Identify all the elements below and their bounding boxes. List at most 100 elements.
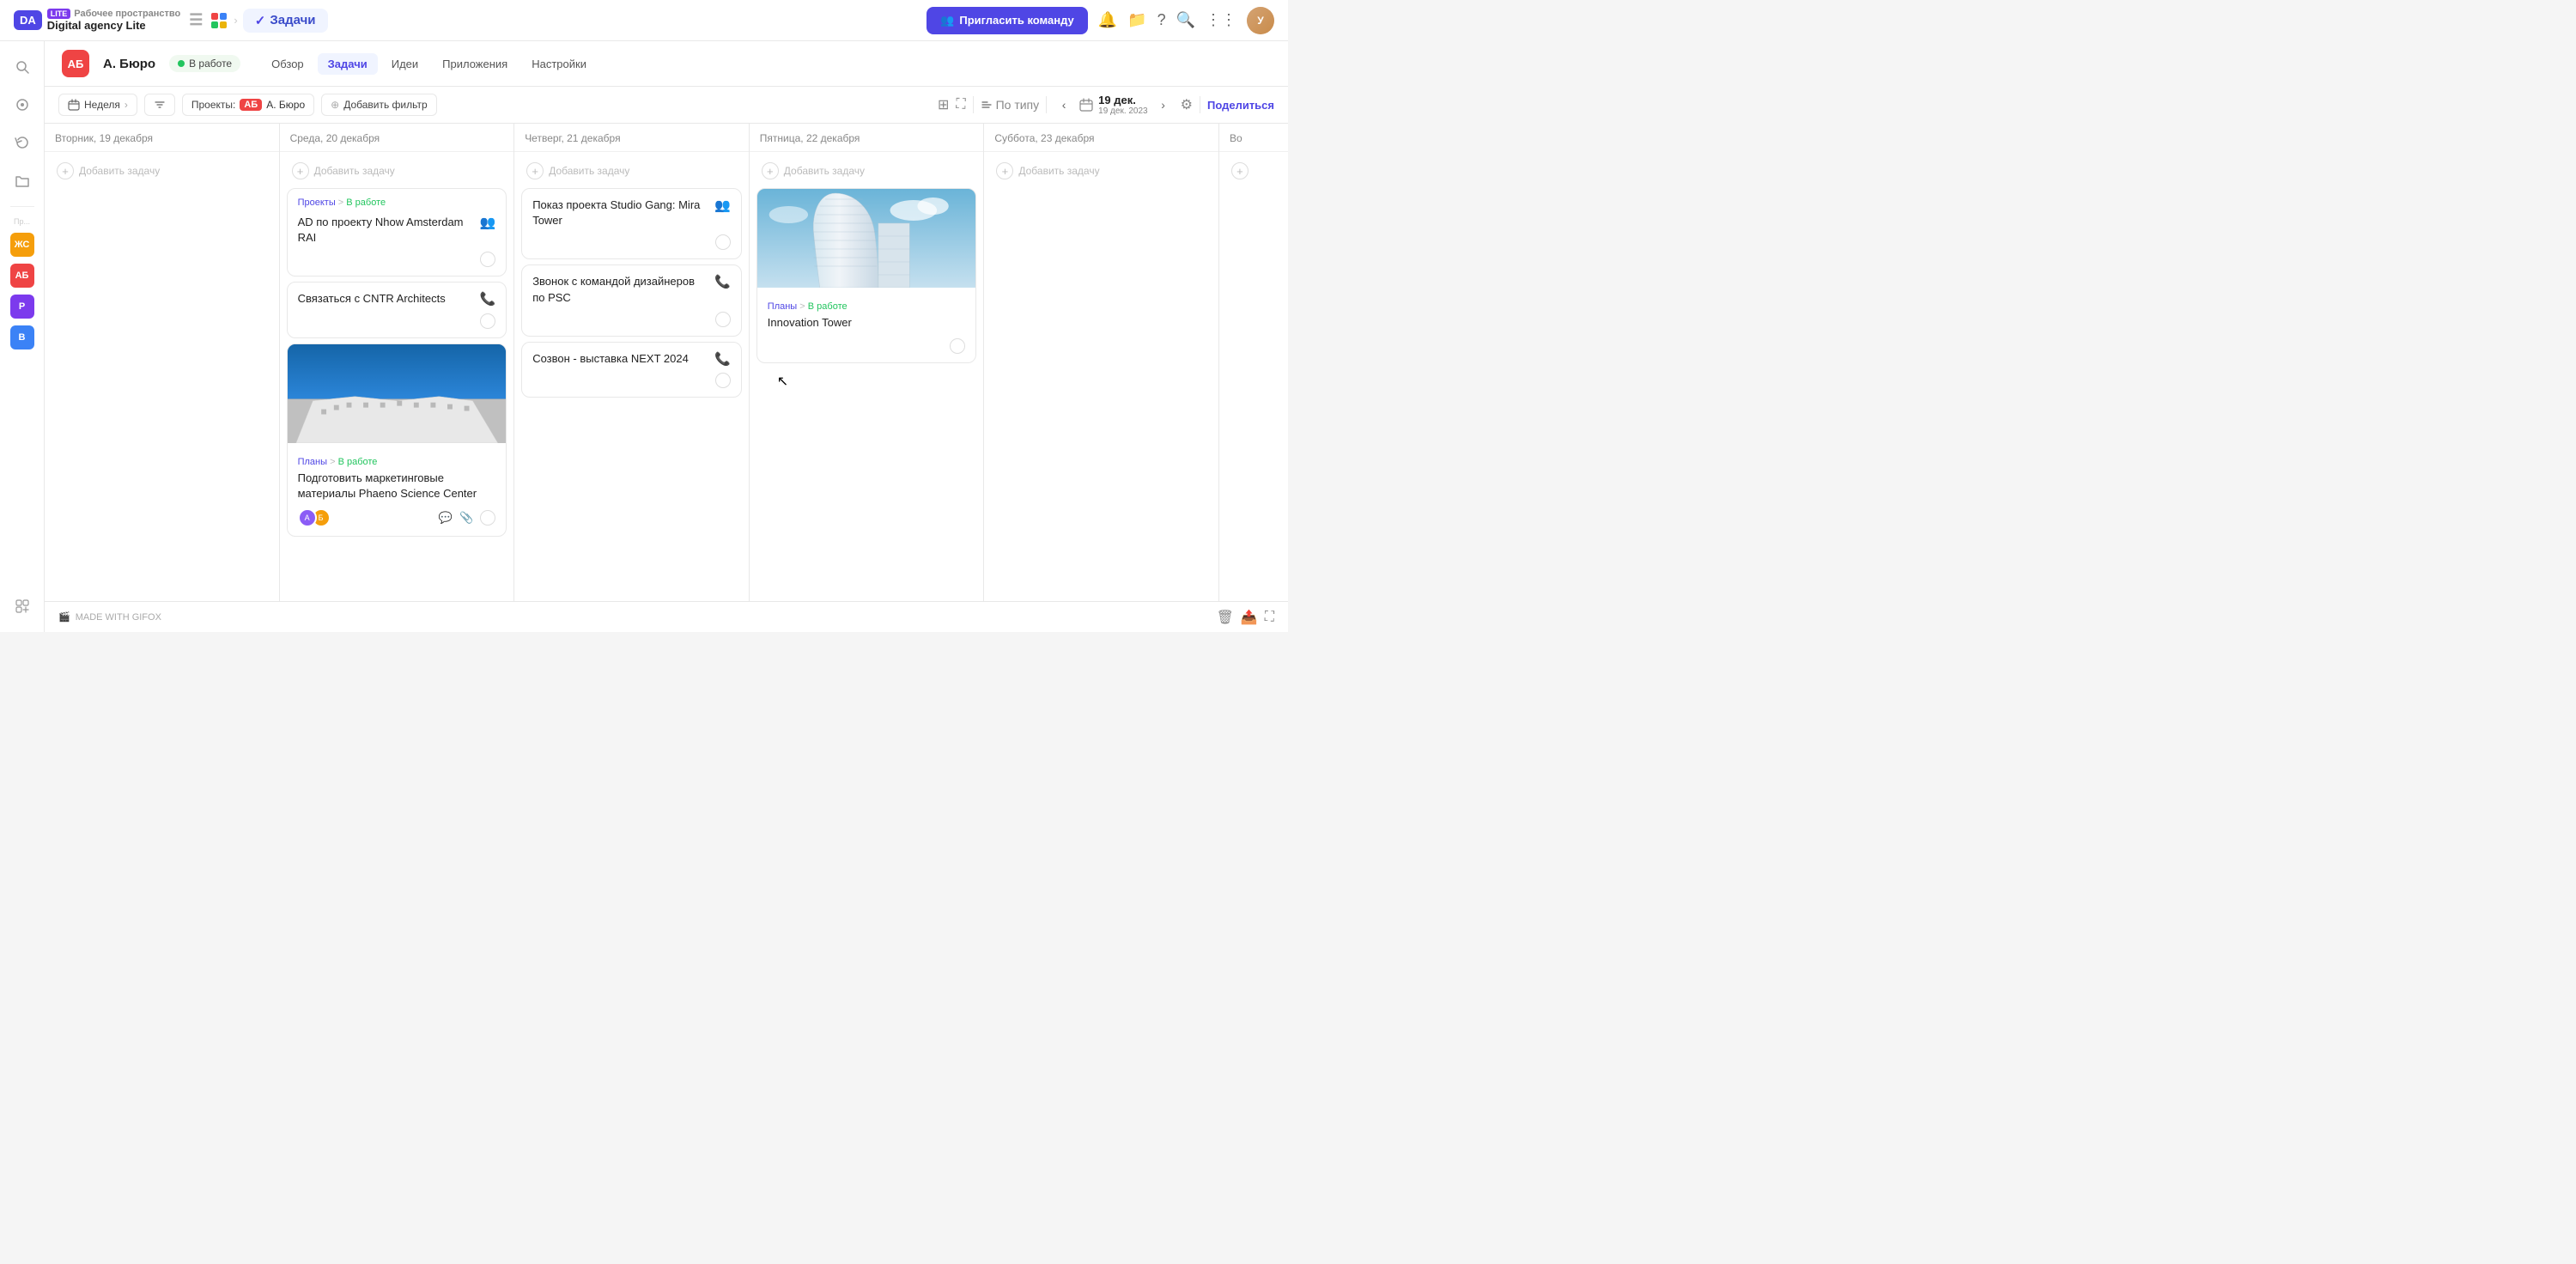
day-sunday-tasks: + (1219, 152, 1288, 601)
date-navigation: ‹ 19 дек. 19 дек. 2023 › (1054, 94, 1173, 116)
search-topbar-icon[interactable]: 🔍 (1176, 11, 1195, 29)
fullscreen-btn[interactable]: ⛶ (956, 97, 965, 112)
sidebar-add-icon[interactable] (7, 591, 38, 622)
task-phaeno-checkbox[interactable] (480, 510, 495, 526)
expand-btn[interactable]: ⛶ (1265, 610, 1274, 625)
export-btn[interactable]: 📤 (1241, 609, 1258, 626)
task-cntr-checkbox[interactable] (480, 313, 495, 329)
task-nhow-people-icon: 👥 (480, 215, 496, 230)
day-saturday: Суббота, 23 декабря + Добавить задачу (984, 124, 1219, 601)
invite-icon: 👥 (940, 14, 954, 27)
tasks-breadcrumb[interactable]: ✓ Задачи (243, 9, 328, 33)
sort-label: По типу (996, 98, 1040, 112)
add-icon-thursday: + (526, 162, 544, 179)
task-designers-call[interactable]: Звонок с командой дизайнеров по PSC 📞 (521, 264, 742, 336)
task-next-2024[interactable]: Созвон - выставка NEXT 2024 📞 (521, 342, 742, 398)
task-innovation-checkbox[interactable] (950, 338, 965, 354)
task-status-phaeno: В работе (338, 457, 378, 467)
topbar: DA LITE Рабочее пространство Digital age… (0, 0, 1288, 41)
task-next-2024-label: Созвон - выставка NEXT 2024 (532, 351, 709, 367)
task-designers-checkbox[interactable] (715, 312, 731, 327)
sidebar-folder-icon[interactable] (7, 165, 38, 196)
sidebar-circle-icon[interactable] (7, 89, 38, 120)
day-thursday-header: Четверг, 21 декабря (514, 124, 749, 152)
task-studio-gang-people-icon: 👥 (714, 198, 731, 213)
add-filter-btn[interactable]: ⊕ Добавить фильтр (321, 94, 437, 116)
add-task-friday[interactable]: + Добавить задачу (756, 159, 977, 183)
sidebar-divider (10, 206, 34, 207)
day-wednesday: Среда, 20 декабря + Добавить задачу Прое… (280, 124, 515, 601)
date-sub: 19 дек. 2023 (1098, 106, 1147, 116)
date-next-btn[interactable]: › (1153, 94, 1174, 115)
nav-overview[interactable]: Обзор (261, 53, 314, 75)
gifox-badge: 🎬 MADE WITH GIFOX (58, 611, 161, 623)
task-proj-nhow: Проекты (298, 198, 336, 208)
task-cntr[interactable]: Связаться с CNTR Architects 📞 (287, 282, 507, 337)
task-cntr-label: Связаться с CNTR Architects (298, 291, 475, 307)
task-nhow-amsterdam[interactable]: Проекты > В работе AD по проекту Nhow Am… (287, 188, 507, 276)
add-icon-friday: + (762, 162, 779, 179)
ab-name: А. Бюро (266, 99, 305, 111)
apps-grid-icon[interactable] (210, 11, 228, 30)
nav-settings[interactable]: Настройки (521, 53, 597, 75)
invite-button[interactable]: 👥 Пригласить команду (927, 7, 1088, 34)
sidebar-item-project1[interactable]: ЖС (10, 233, 34, 257)
nav-ideas[interactable]: Идеи (381, 53, 428, 75)
innovation-card-body: Планы > В работе Innovation Tower (757, 293, 976, 362)
nav-tasks[interactable]: Задачи (318, 53, 378, 75)
sidebar-item-ab[interactable]: АБ (10, 264, 34, 288)
add-task-thursday[interactable]: + Добавить задачу (521, 159, 742, 183)
help-icon[interactable]: ? (1157, 11, 1166, 29)
date-main: 19 дек. (1098, 94, 1147, 106)
projects-filter[interactable]: Проекты: АБ А. Бюро (182, 94, 314, 116)
date-prev-btn[interactable]: ‹ (1054, 94, 1074, 115)
add-task-sunday[interactable]: + (1226, 159, 1281, 183)
sidebar-search-icon[interactable] (7, 52, 38, 82)
day-friday-header: Пятница, 22 декабря (750, 124, 984, 152)
task-breadcrumb-innovation: Планы > В работе (768, 301, 966, 312)
sidebar-item-b[interactable]: B (10, 325, 34, 349)
delete-btn[interactable]: 🗑 (1217, 609, 1234, 626)
task-next-phone-icon: 📞 (714, 351, 731, 367)
task-designers-phone-icon: 📞 (714, 274, 731, 289)
day-thursday-tasks: + Добавить задачу Показ проекта Studio G… (514, 152, 749, 601)
task-innovation-tower[interactable]: Планы > В работе Innovation Tower (756, 188, 977, 363)
task-phaeno[interactable]: Планы > В работе Подготовить маркетингов… (287, 343, 507, 537)
task-avatar-1: А (298, 508, 317, 527)
week-selector[interactable]: Неделя › (58, 94, 137, 116)
grid-view-btn[interactable]: ⊞ (938, 96, 949, 113)
main-content: АБ А. Бюро В работе Обзор Задачи Идеи Пр… (45, 41, 1288, 632)
user-avatar[interactable]: У (1247, 7, 1274, 34)
task-studio-gang-checkbox[interactable] (715, 234, 731, 250)
apps-icon[interactable]: ⋮⋮ (1206, 11, 1236, 29)
status-badge[interactable]: В работе (169, 55, 240, 72)
task-next-2024-checkbox[interactable] (715, 373, 731, 388)
add-task-saturday[interactable]: + Добавить задачу (991, 159, 1212, 183)
date-picker-btn[interactable]: 19 дек. 19 дек. 2023 (1079, 94, 1147, 116)
day-thursday: Четверг, 21 декабря + Добавить задачу По… (514, 124, 750, 601)
sidebar-item-p[interactable]: P (10, 295, 34, 319)
folder-icon[interactable]: 📁 (1127, 11, 1146, 29)
share-button[interactable]: Поделиться (1207, 99, 1274, 112)
filter-sort-btn[interactable] (144, 94, 175, 116)
add-icon-tuesday: + (57, 162, 74, 179)
phaeno-card-body: Планы > В работе Подготовить маркетингов… (288, 448, 507, 536)
task-proj-phaeno: Планы (298, 457, 327, 467)
add-task-tuesday[interactable]: + Добавить задачу (52, 159, 272, 183)
projects-label: Пр... (14, 217, 30, 226)
project-name: А. Бюро (103, 57, 155, 71)
task-studio-gang[interactable]: Показ проекта Studio Gang: Mira Tower 👥 (521, 188, 742, 259)
menu-icon[interactable]: ☰ (189, 11, 203, 29)
day-tuesday: Вторник, 19 декабря + Добавить задачу (45, 124, 280, 601)
sort-btn[interactable]: По типу (981, 98, 1040, 112)
add-task-wednesday[interactable]: + Добавить задачу (287, 159, 507, 183)
task-nhow-checkbox[interactable] (480, 252, 495, 267)
project-avatar: АБ (62, 50, 89, 77)
projects-label-btn: Проекты: (191, 99, 236, 111)
ab-tag: АБ (240, 99, 262, 111)
sidebar-refresh-icon[interactable] (7, 127, 38, 158)
settings-btn[interactable]: ⚙ (1181, 96, 1193, 113)
notifications-icon[interactable]: 🔔 (1098, 11, 1117, 29)
bottom-bar: 🎬 MADE WITH GIFOX 🗑 📤 ⛶ (45, 601, 1288, 632)
nav-apps[interactable]: Приложения (432, 53, 518, 75)
